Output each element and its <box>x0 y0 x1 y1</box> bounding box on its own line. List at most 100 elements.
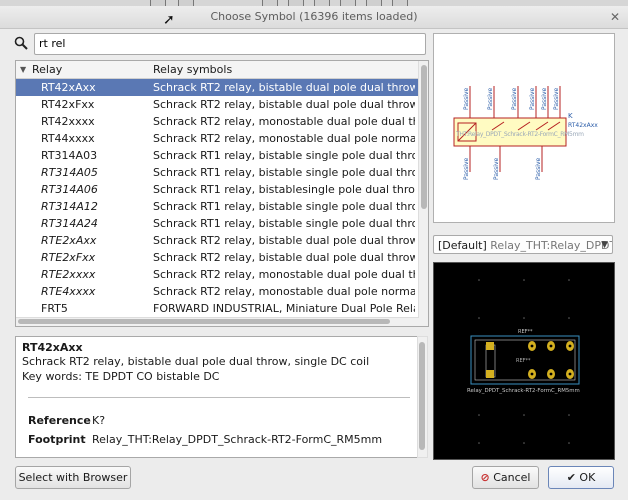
select-with-browser-button[interactable]: Select with Browser <box>15 466 131 489</box>
symbol-description: Schrack RT1 relay, bistablesingle pole d… <box>153 183 415 196</box>
collapse-arrow-icon[interactable]: ▼ <box>20 61 26 78</box>
scroll-thumb[interactable] <box>419 342 425 450</box>
symbol-row[interactable]: RT314A03 Schrack RT1 relay, bistable sing… <box>16 147 428 164</box>
symbol-name: FRT5 <box>41 302 68 315</box>
symbol-description: Schrack RT2 relay, bistable dual pole du… <box>153 81 415 94</box>
symbol-description: Schrack RT1 relay, bistable single pole … <box>153 149 415 162</box>
close-icon[interactable]: ✕ <box>610 6 620 28</box>
ok-button[interactable]: ✔ OK <box>548 466 614 489</box>
ok-button-label: OK <box>579 471 596 484</box>
symbol-description: Schrack RT1 relay, bistable single pole … <box>153 166 415 179</box>
symbol-name: RT314A24 <box>41 217 98 230</box>
symbol-description: Schrack RT2 relay, monostable dual pole … <box>153 268 415 281</box>
svg-text:Passive: Passive <box>487 88 494 110</box>
symbol-name: RT314A05 <box>41 166 98 179</box>
details-scrollbar[interactable] <box>417 336 428 458</box>
symbol-description: Schrack RT1 relay, bistable single pole … <box>153 217 415 230</box>
symbol-name: RT42xFxx <box>41 98 95 111</box>
symbol-description: Schrack RT2 relay, bistable dual pole du… <box>153 234 415 247</box>
symbol-name: RT42xxxx <box>41 115 95 128</box>
symbol-description: Schrack RT1 relay, bistable single pole … <box>153 200 415 213</box>
symbol-name: RTE2xFxx <box>41 251 96 264</box>
symbol-rows: RT42xAxx Schrack RT2 relay, bistable dual… <box>16 79 428 326</box>
dialog-title: Choose Symbol (16396 items loaded) <box>210 10 418 23</box>
symbol-row[interactable]: RT42xAxx Schrack RT2 relay, bistable dual… <box>16 79 428 96</box>
symbol-row[interactable]: RTE2xxxx Schrack RT2 relay, monostable du… <box>16 266 428 283</box>
symbol-row[interactable]: RTE4xxxx Schrack RT2 relay, monostable du… <box>16 283 428 300</box>
symbol-name: RT314A12 <box>41 200 98 213</box>
cancel-button[interactable]: ⊘ Cancel <box>472 466 539 489</box>
symbol-name: RT42xAxx <box>41 81 96 94</box>
reference-value: K? <box>92 414 106 427</box>
fp-ref-text: REF** <box>518 329 533 335</box>
symbol-name: RT314A06 <box>41 183 98 196</box>
symbol-preview: Passive Passive Passive Passive Passive … <box>433 33 615 223</box>
dialog-titlebar: Choose Symbol (16396 items loaded) ✕ <box>0 6 628 29</box>
symbol-name: RTE2xAxx <box>41 234 97 247</box>
divider <box>28 397 410 398</box>
svg-text:Passive: Passive <box>463 158 470 180</box>
symbol-description: Schrack RT2 relay, monostable dual pole … <box>153 132 415 145</box>
symbol-description: FORWARD INDUSTRIAL, Miniature Dual Pole … <box>153 302 415 315</box>
svg-text:Passive: Passive <box>511 88 518 110</box>
svg-text:Passive: Passive <box>463 88 470 110</box>
list-vertical-scrollbar[interactable] <box>418 61 428 326</box>
symbol-details-panel: RT42xAxx Schrack RT2 relay, bistable dua… <box>15 336 419 458</box>
symbol-footprint-text: THT:Relay_DPDT_Schrack-RT2-FormC_RM5mm <box>455 131 584 138</box>
symbol-row[interactable]: RTE2xFxx Schrack RT2 relay, bistable dual… <box>16 249 428 266</box>
search-icon <box>14 36 28 50</box>
library-name-header: Relay <box>32 63 63 76</box>
symbol-ref-text: K <box>568 112 573 120</box>
symbol-value-text: RT42xAxx <box>568 122 598 129</box>
fp-ref-center-text: REF** <box>516 358 531 364</box>
symbol-description: Schrack RT2 relay, monostable dual pole … <box>153 115 415 128</box>
symbol-tree-list[interactable]: ▼ Relay Relay symbols RT42xAxx Schrack RT… <box>15 60 429 327</box>
symbol-description: Schrack RT2 relay, bistable dual pole du… <box>153 251 415 264</box>
symbol-row[interactable]: RTE2xAxx Schrack RT2 relay, bistable dual… <box>16 232 428 249</box>
symbol-description: Schrack RT2 relay, bistable dual pole du… <box>153 98 415 111</box>
footprint-value: Relay_THT:Relay_DPDT_Schrack-RT2-FormC_R… <box>92 433 383 446</box>
scroll-thumb[interactable] <box>18 319 390 324</box>
symbol-row[interactable]: RT44xxxx Schrack RT2 relay, monostable du… <box>16 130 428 147</box>
detail-symbol-name: RT42xAxx <box>22 341 83 354</box>
chevron-down-icon[interactable]: ▼ <box>601 236 608 253</box>
svg-text:Passive: Passive <box>553 88 560 110</box>
symbol-row[interactable]: RT314A24 Schrack RT1 relay, bistable sing… <box>16 215 428 232</box>
relay-symbol-graphic: Passive Passive Passive Passive Passive … <box>453 86 598 180</box>
list-horizontal-scrollbar[interactable] <box>16 317 419 326</box>
symbol-row[interactable]: RT314A12 Schrack RT1 relay, bistable sing… <box>16 198 428 215</box>
symbol-row[interactable]: RT314A05 Schrack RT1 relay, bistable sing… <box>16 164 428 181</box>
search-field[interactable] <box>34 33 426 55</box>
library-desc-header: Relay symbols <box>153 63 233 76</box>
svg-text:Passive: Passive <box>535 158 542 180</box>
detail-keywords: Key words: TE DPDT CO bistable DC <box>22 370 220 383</box>
scroll-thumb[interactable] <box>421 65 427 209</box>
symbol-name: RTE2xxxx <box>41 268 96 281</box>
symbol-name: RTE4xxxx <box>41 285 96 298</box>
symbol-row[interactable]: RT314A06 Schrack RT1 relay, bistablesingl… <box>16 181 428 198</box>
symbol-row[interactable]: RT42xFxx Schrack RT2 relay, bistable dual… <box>16 96 428 113</box>
fp-label-text: Relay_DPDT_Schrack-RT2-FormC_RM5mm <box>467 388 580 394</box>
symbol-row[interactable]: RT42xxxx Schrack RT2 relay, monostable du… <box>16 113 428 130</box>
symbol-name: RT314A03 <box>41 149 98 162</box>
symbol-description: Schrack RT2 relay, monostable dual pole … <box>153 285 415 298</box>
detail-description: Schrack RT2 relay, bistable dual pole du… <box>22 355 370 368</box>
check-icon: ✔ <box>566 471 576 484</box>
footprint-preview: REF** REF** Relay_DPDT_Schrack-RT2-FormC… <box>433 262 615 460</box>
mouse-cursor-icon: ➚ <box>163 12 175 28</box>
symbol-name: RT44xxxx <box>41 132 95 145</box>
footprint-select-prefix: [Default] <box>438 239 487 252</box>
symbol-row[interactable]: FRT5 FORWARD INDUSTRIAL, Miniature Dual P… <box>16 300 428 317</box>
list-header: ▼ Relay Relay symbols <box>16 61 428 79</box>
footprint-select[interactable]: [Default] Relay_THT:Relay_DPDT_ ▼ <box>433 235 613 254</box>
svg-text:Passive: Passive <box>541 88 548 110</box>
footprint-graphic: REF** REF** Relay_DPDT_Schrack-RT2-FormC… <box>467 279 580 444</box>
cancel-button-label: Cancel <box>493 471 531 484</box>
svg-text:Passive: Passive <box>493 158 500 180</box>
svg-text:Passive: Passive <box>529 88 536 110</box>
footprint-label: Footprint <box>28 433 86 446</box>
footprint-select-value: Relay_THT:Relay_DPDT_ <box>490 239 613 252</box>
cancel-icon: ⊘ <box>480 471 490 484</box>
reference-label: Reference <box>28 414 91 427</box>
search-input[interactable] <box>35 34 413 52</box>
